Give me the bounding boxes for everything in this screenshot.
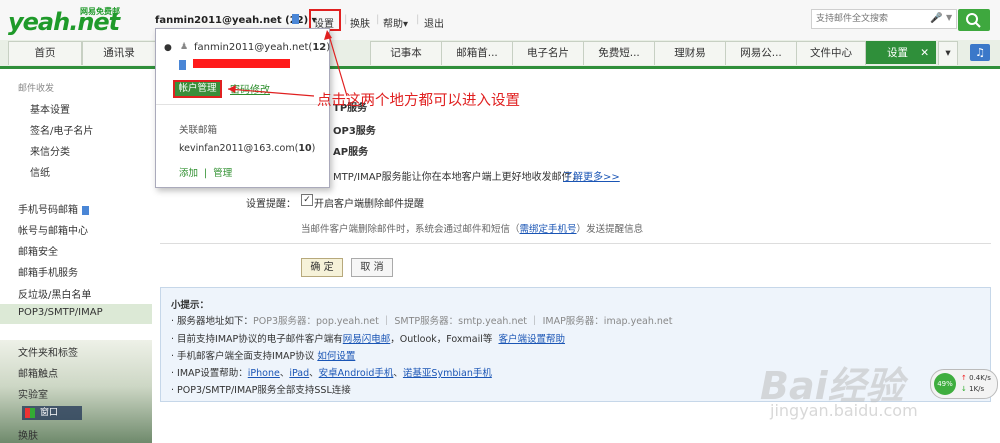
upload-speed: ↑ 0.4K/s xyxy=(961,374,991,382)
down-arrow-icon: ↓ xyxy=(961,385,967,393)
up-arrow-icon: ↑ xyxy=(961,374,967,382)
download-speed: ↓ 1K/s xyxy=(961,385,984,393)
network-speed-widget[interactable]: 49% ↑ 0.4K/s ↓ 1K/s xyxy=(930,369,998,399)
annotation-text: 点击这两个地方都可以进入设置 xyxy=(317,93,520,109)
upload-speed-value: 0.4K/s xyxy=(969,374,991,382)
speed-percent: 49% xyxy=(934,373,956,395)
download-speed-value: 1K/s xyxy=(969,385,985,393)
baidu-watermark-url: jingyan.baidu.com xyxy=(770,401,918,420)
